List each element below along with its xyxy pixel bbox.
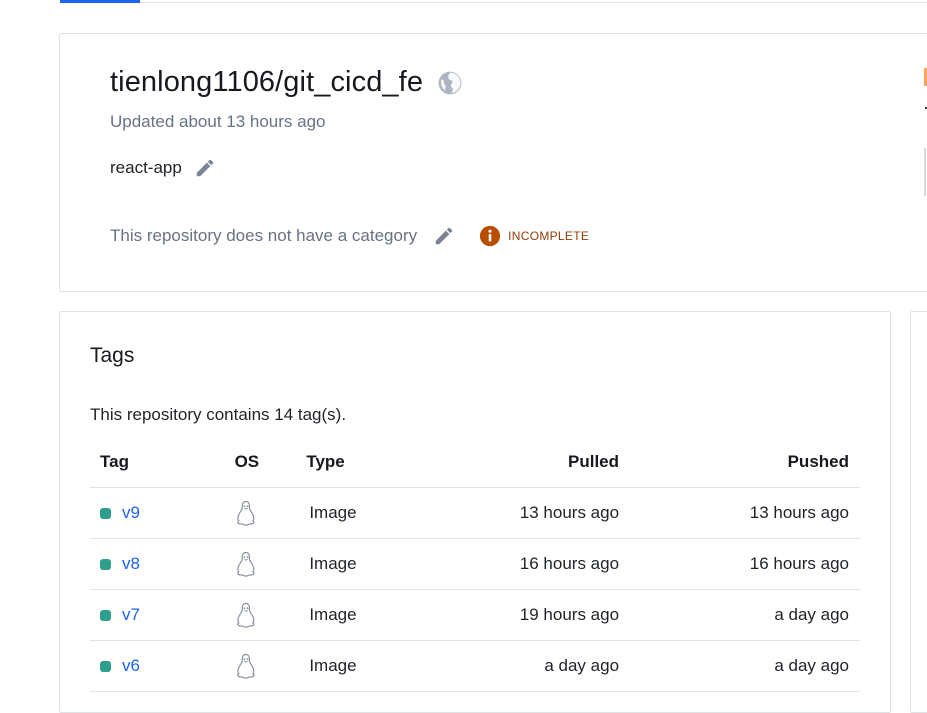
tag-cell: v9 bbox=[100, 503, 235, 523]
status-dot-icon bbox=[100, 609, 111, 621]
repo-title-row: tienlong1106/git_cicd_fe bbox=[110, 66, 463, 99]
tag-link[interactable]: v8 bbox=[122, 554, 140, 574]
column-header-type: Type bbox=[306, 437, 399, 488]
tag-link[interactable]: v9 bbox=[122, 503, 140, 523]
column-header-pulled: Pulled bbox=[398, 437, 620, 488]
type-cell: Image bbox=[309, 554, 357, 573]
tag-cell: v8 bbox=[100, 554, 235, 574]
edit-category-pencil-icon[interactable] bbox=[433, 225, 455, 247]
info-icon bbox=[479, 225, 501, 247]
truncated-side-element bbox=[924, 148, 926, 196]
table-row: v6 Image a day ago a day ago bbox=[90, 640, 860, 692]
pulled-cell: a day ago bbox=[398, 640, 620, 692]
edit-description-pencil-icon[interactable] bbox=[194, 157, 216, 179]
last-updated-text: Updated about 13 hours ago bbox=[110, 112, 326, 131]
linux-icon bbox=[235, 653, 257, 679]
category-text: This repository does not have a category bbox=[110, 226, 418, 245]
tags-table: Tag OS Type Pulled Pushed v9 Image 13 ho… bbox=[90, 437, 860, 692]
active-tab-indicator bbox=[60, 0, 140, 3]
column-header-pushed: Pushed bbox=[619, 437, 860, 488]
incomplete-label: INCOMPLETE bbox=[508, 229, 590, 243]
pulled-cell: 13 hours ago bbox=[398, 487, 620, 539]
linux-icon bbox=[235, 500, 257, 526]
tag-link[interactable]: v7 bbox=[122, 605, 140, 625]
side-panel-card bbox=[910, 311, 927, 713]
tag-link[interactable]: v6 bbox=[122, 656, 140, 676]
tab-bar-divider bbox=[140, 2, 927, 3]
linux-icon bbox=[235, 602, 257, 628]
tags-table-header: Tag OS Type Pulled Pushed bbox=[90, 437, 860, 488]
linux-icon bbox=[235, 551, 257, 577]
pushed-cell: a day ago bbox=[619, 589, 860, 641]
column-header-os: OS bbox=[234, 437, 307, 488]
description-row: react-app bbox=[110, 157, 216, 179]
tags-card: Tags This repository contains 14 tag(s).… bbox=[59, 311, 891, 713]
tag-cell: v7 bbox=[100, 605, 235, 625]
pulled-cell: 19 hours ago bbox=[398, 589, 620, 641]
tag-cell: v6 bbox=[100, 656, 235, 676]
tags-title: Tags bbox=[90, 344, 135, 367]
incomplete-status-badge: INCOMPLETE bbox=[479, 225, 589, 247]
pushed-cell: 16 hours ago bbox=[619, 538, 860, 590]
table-row: v7 Image 19 hours ago a day ago bbox=[90, 589, 860, 641]
type-cell: Image bbox=[309, 605, 357, 624]
pulled-cell: 16 hours ago bbox=[398, 538, 620, 590]
globe-icon bbox=[437, 70, 463, 96]
type-cell: Image bbox=[309, 656, 357, 675]
status-dot-icon bbox=[100, 660, 111, 672]
pushed-cell: 13 hours ago bbox=[619, 487, 860, 539]
tags-summary: This repository contains 14 tag(s). bbox=[90, 405, 347, 424]
status-dot-icon bbox=[100, 507, 111, 519]
table-row: v8 Image 16 hours ago 16 hours ago bbox=[90, 538, 860, 590]
column-header-tag: Tag bbox=[90, 437, 235, 488]
status-dot-icon bbox=[100, 558, 111, 570]
category-row: This repository does not have a category… bbox=[110, 225, 589, 247]
repo-title: tienlong1106/git_cicd_fe bbox=[110, 66, 424, 98]
repo-description: react-app bbox=[110, 158, 182, 177]
repository-header-card: tienlong1106/git_cicd_fe Updated about 1… bbox=[59, 33, 927, 292]
pushed-cell: a day ago bbox=[619, 640, 860, 692]
top-tab-bar bbox=[0, 0, 927, 3]
table-row: v9 Image 13 hours ago 13 hours ago bbox=[90, 487, 860, 539]
type-cell: Image bbox=[309, 503, 357, 522]
